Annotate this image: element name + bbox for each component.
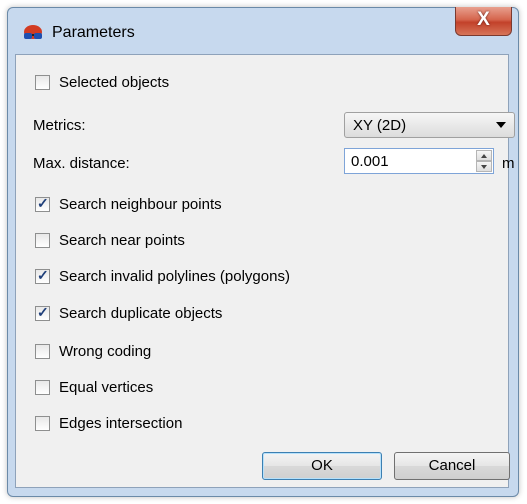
max-distance-unit: m [502,155,515,172]
option-row[interactable]: Edges intersection [35,415,182,432]
spin-down-icon[interactable] [476,161,492,172]
title-bar[interactable]: Parameters X [8,7,518,54]
option-label: Wrong coding [59,343,152,360]
option-label: Search near points [59,232,185,249]
max-distance-value[interactable]: 0.001 [351,153,389,170]
edges-intersection-checkbox[interactable] [35,416,50,431]
option-label: Edges intersection [59,415,183,432]
close-icon: X [477,9,490,30]
metrics-label: Metrics: [33,117,86,134]
option-label: Search neighbour points [59,196,222,213]
selected-objects-label: Selected objects [59,74,170,91]
option-row[interactable]: Search neighbour points [35,195,222,213]
wrong-coding-checkbox[interactable] [35,344,50,359]
chevron-down-icon[interactable] [496,122,506,128]
spin-up-icon[interactable] [476,150,492,161]
equal-vertices-checkbox[interactable] [35,380,50,395]
selected-objects-checkbox[interactable] [35,75,50,90]
search-invalid-polylines-checkbox[interactable] [35,267,50,284]
option-row[interactable]: Search invalid polylines (polygons) [35,267,290,285]
selected-objects-row[interactable]: Selected objects [35,74,169,91]
max-distance-input[interactable]: 0.001 [344,148,494,174]
option-row[interactable]: Search near points [35,232,185,249]
option-label: Search invalid polylines (polygons) [59,268,290,285]
metrics-value: XY (2D) [353,117,407,134]
search-duplicate-objects-checkbox[interactable] [35,304,50,321]
max-distance-label: Max. distance: [33,155,130,172]
option-row[interactable]: Wrong coding [35,343,151,360]
option-row[interactable]: Equal vertices [35,379,153,396]
ok-button[interactable]: OK [262,452,382,480]
metrics-dropdown[interactable]: XY (2D) [344,112,515,138]
search-near-points-checkbox[interactable] [35,233,50,248]
cancel-button[interactable]: Cancel [394,452,510,480]
max-distance-spinner[interactable] [476,150,492,172]
option-label: Equal vertices [59,379,154,396]
close-button[interactable]: X [455,7,512,36]
option-label: Search duplicate objects [59,305,223,322]
window-title: Parameters [52,24,135,41]
search-neighbour-points-checkbox[interactable] [35,195,50,212]
option-row[interactable]: Search duplicate objects [35,304,223,322]
3d-glasses-icon [24,25,42,39]
